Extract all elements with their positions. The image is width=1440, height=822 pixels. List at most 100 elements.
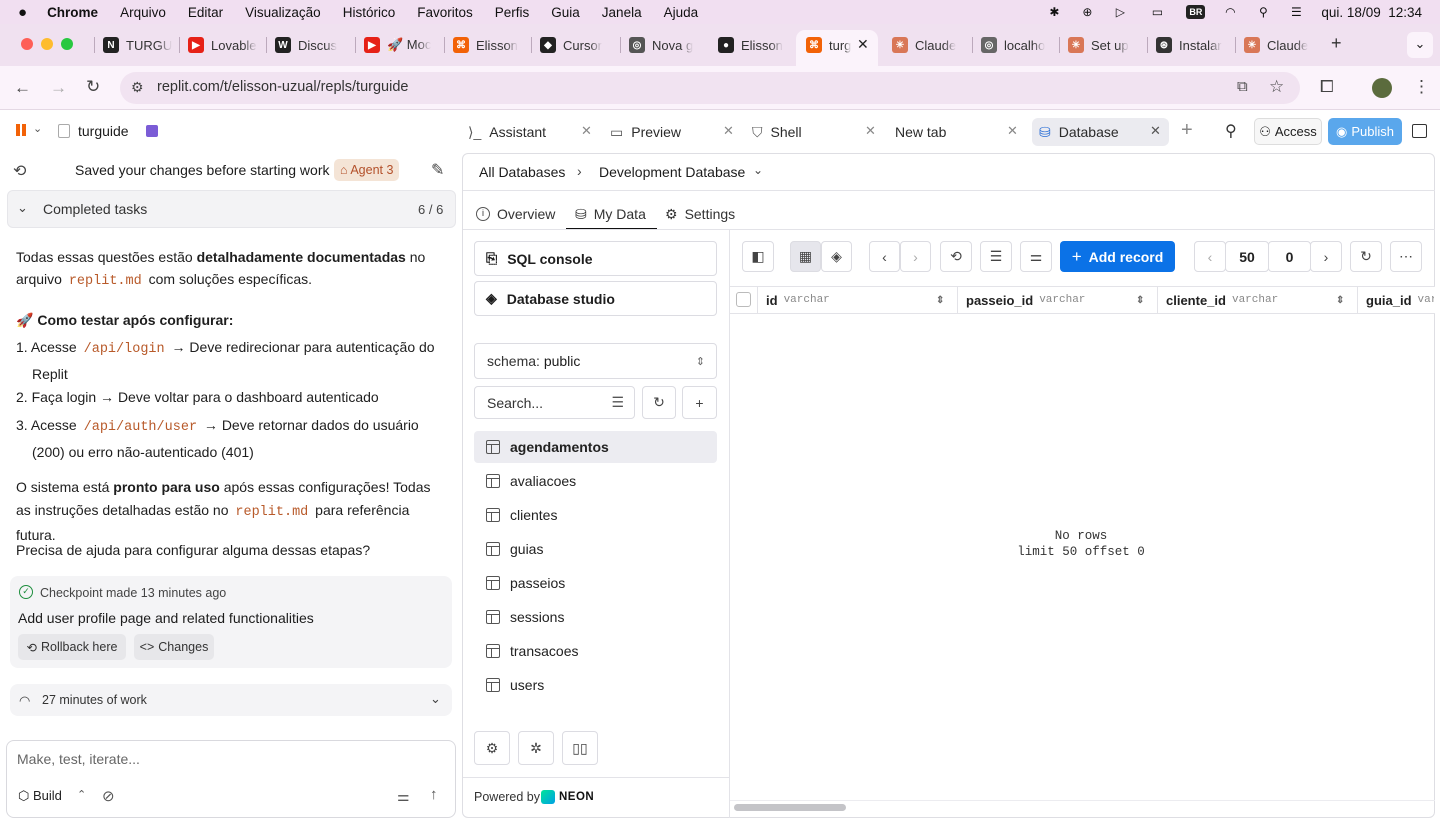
- menu-janela[interactable]: Janela: [602, 5, 642, 20]
- horizontal-scrollbar-thumb[interactable]: [734, 804, 846, 811]
- filter-icon[interactable]: ☰: [611, 394, 624, 411]
- table-search-input[interactable]: Search... ☰: [474, 386, 635, 419]
- add-table-button[interactable]: +: [682, 386, 717, 419]
- tab-assistant[interactable]: ⟩_ Assistant: [468, 122, 546, 142]
- history-button[interactable]: ⟲: [940, 241, 972, 272]
- browser-tab[interactable]: ▶ Lovable: [188, 33, 260, 57]
- tab-shell[interactable]: ⛉ Shell: [752, 122, 802, 142]
- browser-tab[interactable]: ⊛ Instalar: [1156, 33, 1228, 57]
- browser-tab[interactable]: ✳ Set up: [1068, 33, 1140, 57]
- attach-paperclip-icon[interactable]: ⊘: [102, 787, 115, 805]
- breadcrumb-all-databases[interactable]: All Databases: [479, 164, 565, 180]
- tab-preview-close-icon[interactable]: ✕: [723, 123, 734, 139]
- db-settings-button[interactable]: ⚙: [474, 731, 510, 765]
- close-tab-icon[interactable]: ✕: [857, 36, 869, 53]
- chat-input-placeholder[interactable]: Make, test, iterate...: [17, 751, 140, 767]
- menu-app-name[interactable]: Chrome: [47, 5, 98, 20]
- publish-button[interactable]: ◉ Publish: [1328, 118, 1402, 145]
- replit-logo-icon[interactable]: [16, 124, 26, 136]
- db-docs-button[interactable]: ▯▯: [562, 731, 598, 765]
- new-chat-icon[interactable]: ✎: [431, 160, 444, 180]
- settings-sliders-icon[interactable]: ⚌: [397, 788, 410, 805]
- build-mode-selector[interactable]: ⬡ Build: [18, 788, 62, 804]
- next-table-button[interactable]: ›: [900, 241, 931, 272]
- table-view-button[interactable]: ▦: [790, 241, 821, 272]
- apple-icon[interactable]: ●: [18, 4, 27, 21]
- sql-console-button[interactable]: ⎘ SQL console: [474, 241, 717, 276]
- control-center-icon[interactable]: ☰: [1288, 5, 1304, 19]
- back-arrow-icon[interactable]: ←: [14, 78, 31, 98]
- menu-arquivo[interactable]: Arquivo: [120, 5, 166, 20]
- next-page-button[interactable]: ›: [1310, 241, 1342, 272]
- window-minimize-button[interactable]: [41, 38, 53, 50]
- tab-search-chevron-icon[interactable]: ⌄: [1407, 32, 1433, 58]
- tab-database-close-icon[interactable]: ✕: [1150, 123, 1161, 139]
- table-item-transacoes[interactable]: transacoes: [474, 635, 717, 667]
- rollback-button[interactable]: ⟲ Rollback here: [18, 634, 126, 660]
- access-button[interactable]: ⚇ Access: [1254, 118, 1322, 145]
- db-debug-button[interactable]: ✲: [518, 731, 554, 765]
- structure-view-button[interactable]: ◈: [821, 241, 852, 272]
- table-item-passeios[interactable]: passeios: [474, 567, 717, 599]
- browser-tab[interactable]: W Discus: [275, 33, 347, 57]
- filter-button[interactable]: ☰: [980, 241, 1012, 272]
- site-info-icon[interactable]: ⚙: [131, 79, 144, 96]
- more-options-button[interactable]: ⋯: [1390, 241, 1422, 272]
- menu-visualizacao[interactable]: Visualização: [245, 5, 321, 20]
- select-all-checkbox[interactable]: [736, 292, 751, 307]
- column-header-guia-id[interactable]: guia_idvarchar: [1366, 287, 1434, 313]
- prev-table-button[interactable]: ‹: [869, 241, 900, 272]
- browser-tab[interactable]: ⌘ turg: [806, 33, 854, 57]
- reload-icon[interactable]: ↻: [86, 77, 100, 97]
- refresh-tables-button[interactable]: ↻: [642, 386, 676, 419]
- add-record-button[interactable]: + Add record: [1060, 241, 1175, 272]
- subtab-settings[interactable]: ⚙ Settings: [665, 204, 735, 224]
- spotlight-search-icon[interactable]: ⚲: [1255, 5, 1271, 19]
- columns-button[interactable]: ⚌: [1020, 241, 1052, 272]
- menu-guia[interactable]: Guia: [551, 5, 580, 20]
- tab-shell-close-icon[interactable]: ✕: [865, 123, 876, 139]
- browser-tab[interactable]: N TURGU: [103, 33, 175, 57]
- table-item-agendamentos[interactable]: agendamentos: [474, 431, 717, 463]
- bluetooth-icon[interactable]: ✱: [1046, 5, 1062, 19]
- tab-database[interactable]: ⛁ Database: [1039, 122, 1119, 142]
- repl-name[interactable]: turguide: [78, 123, 129, 139]
- subtab-my-data[interactable]: ⛁ My Data: [575, 204, 646, 224]
- database-studio-button[interactable]: ◈ Database studio: [474, 281, 717, 316]
- send-arrow-icon[interactable]: ↑: [430, 786, 438, 803]
- menu-editar[interactable]: Editar: [188, 5, 223, 20]
- window-zoom-button[interactable]: [61, 38, 73, 50]
- browser-tab[interactable]: ● Elisson: [718, 33, 790, 57]
- column-header-id[interactable]: id varchar ⇕: [766, 287, 956, 313]
- media-play-icon[interactable]: ▷: [1112, 5, 1128, 19]
- window-close-button[interactable]: [21, 38, 33, 50]
- refresh-data-button[interactable]: ↻: [1350, 241, 1382, 272]
- column-header-cliente-id[interactable]: cliente_id varchar ⇕: [1166, 287, 1356, 313]
- database-dropdown-chevron-icon[interactable]: ⌄: [753, 163, 763, 177]
- menu-ajuda[interactable]: Ajuda: [664, 5, 699, 20]
- mode-chevron-up-icon[interactable]: ⌃: [77, 788, 86, 801]
- bookmark-star-icon[interactable]: ☆: [1269, 77, 1284, 97]
- table-item-users[interactable]: users: [474, 669, 717, 701]
- breadcrumb-current-database[interactable]: Development Database: [599, 164, 745, 180]
- limit-input[interactable]: 50: [1225, 241, 1269, 272]
- install-app-icon[interactable]: ⧉: [1237, 78, 1248, 95]
- url-text[interactable]: replit.com/t/elisson-uzual/repls/turguid…: [157, 79, 408, 95]
- tab-new-tab-close-icon[interactable]: ✕: [1007, 123, 1018, 139]
- menu-favoritos[interactable]: Favoritos: [417, 5, 473, 20]
- tab-preview[interactable]: ▭ Preview: [610, 122, 681, 142]
- table-item-clientes[interactable]: clientes: [474, 499, 717, 531]
- menu-perfis[interactable]: Perfis: [495, 5, 530, 20]
- accessibility-icon[interactable]: ⊕: [1079, 5, 1095, 19]
- table-item-avaliacoes[interactable]: avaliacoes: [474, 465, 717, 497]
- browser-tab[interactable]: ✳ Claude: [892, 33, 964, 57]
- tab-assistant-close-icon[interactable]: ✕: [581, 123, 592, 139]
- browser-tab[interactable]: ◎ Nova g: [629, 33, 701, 57]
- table-item-guias[interactable]: guias: [474, 533, 717, 565]
- schema-select[interactable]: schema: public ⇕: [474, 343, 717, 379]
- battery-icon[interactable]: ▭: [1145, 5, 1169, 19]
- chrome-menu-icon[interactable]: ⋮: [1413, 77, 1430, 97]
- offset-input[interactable]: 0: [1268, 241, 1311, 272]
- browser-tab[interactable]: ▶ 🚀 Moc: [364, 33, 436, 57]
- wifi-icon[interactable]: ◠: [1222, 5, 1238, 19]
